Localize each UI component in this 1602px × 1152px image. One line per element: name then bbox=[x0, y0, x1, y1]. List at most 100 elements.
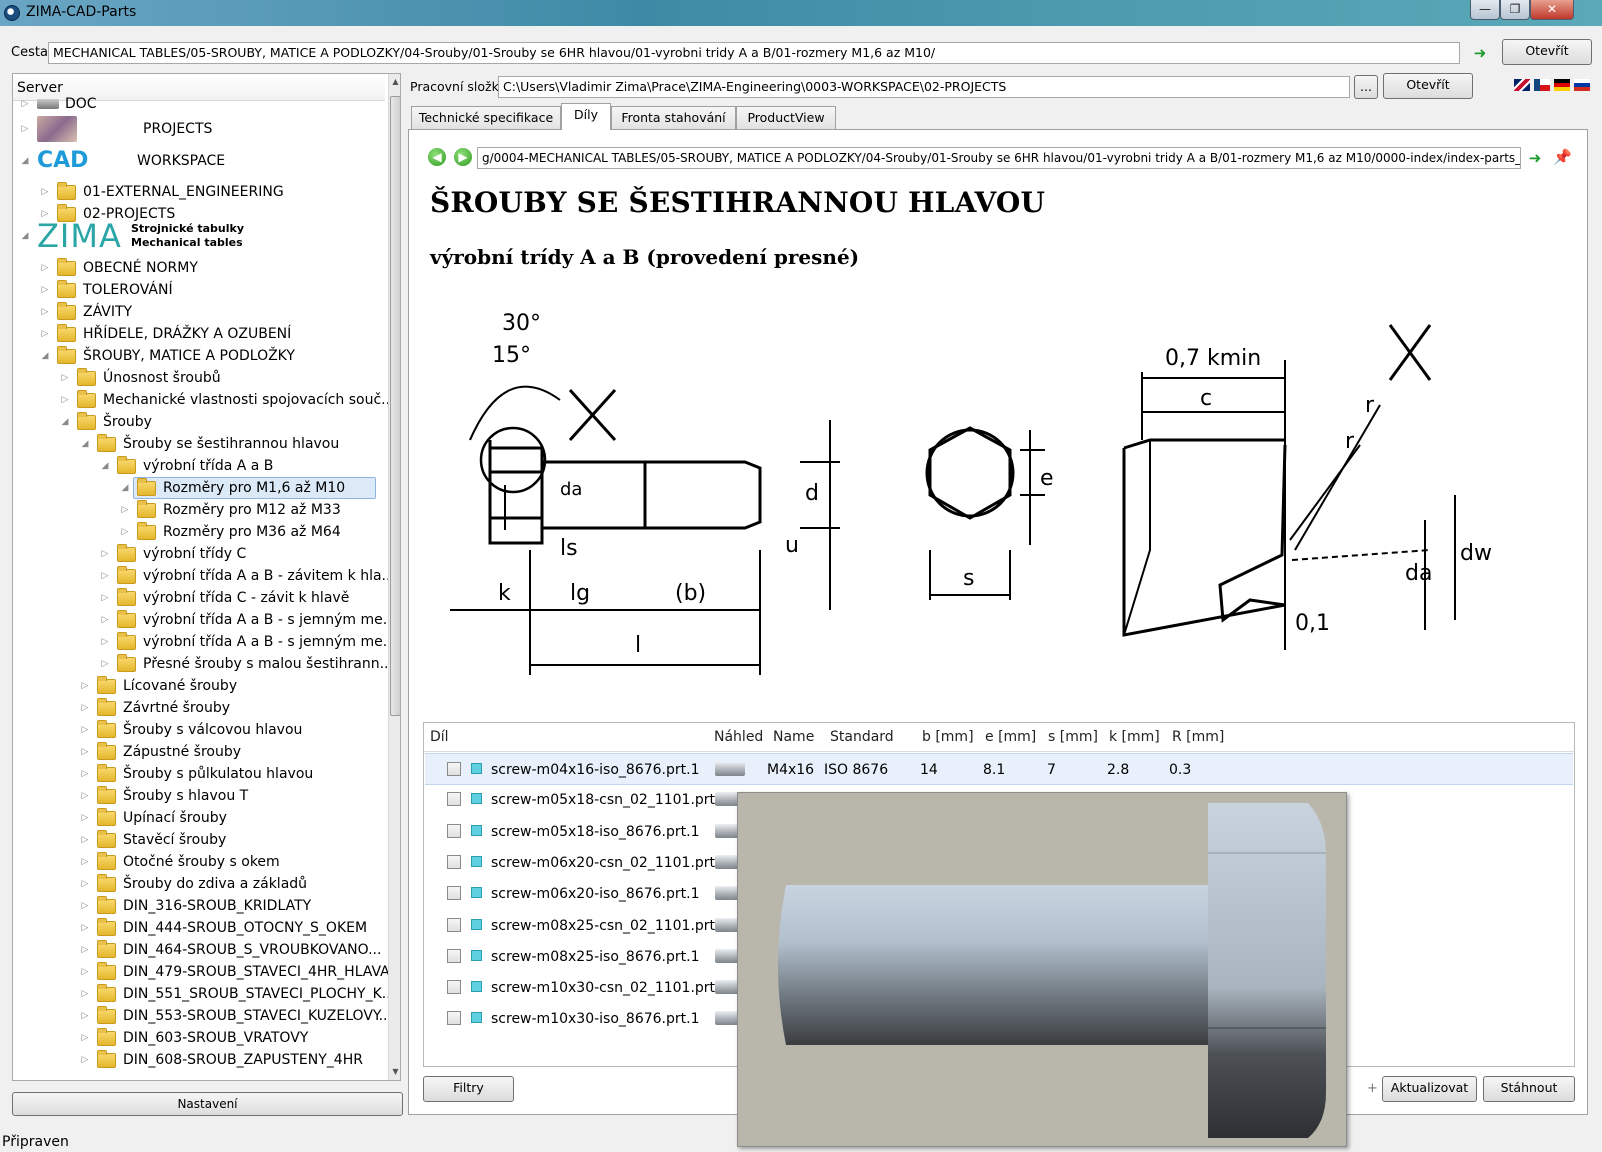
collapsed-arrow-icon[interactable]: ▷ bbox=[39, 257, 51, 279]
tree-node[interactable]: ▷ DOC bbox=[19, 93, 373, 115]
collapsed-arrow-icon[interactable]: ▷ bbox=[79, 961, 91, 983]
tree-node[interactable]: ◢ Šrouby bbox=[59, 411, 373, 433]
collapsed-arrow-icon[interactable]: ▷ bbox=[59, 367, 71, 389]
tab-parts[interactable]: Díly bbox=[561, 103, 611, 130]
tab-technical-specs[interactable]: Technické specifikace bbox=[411, 106, 561, 129]
tree-node[interactable]: ▷ Závrtné šrouby bbox=[79, 697, 373, 719]
expanded-arrow-icon[interactable]: ◢ bbox=[79, 433, 91, 455]
tree-node[interactable]: ◢ ZIMA Strojnické tabulky Mechanical tables bbox=[19, 219, 373, 253]
collapsed-arrow-icon[interactable]: ▷ bbox=[79, 807, 91, 829]
go-arrow-icon[interactable]: ➜ bbox=[1472, 46, 1488, 61]
collapsed-arrow-icon[interactable]: ▷ bbox=[39, 301, 51, 323]
collapsed-arrow-icon[interactable]: ▷ bbox=[99, 543, 111, 565]
collapsed-arrow-icon[interactable]: ▷ bbox=[99, 587, 111, 609]
collapsed-arrow-icon[interactable]: ▷ bbox=[79, 895, 91, 917]
path-input[interactable]: MECHANICAL TABLES/05-SROUBY, MATICE A PO… bbox=[48, 42, 1460, 64]
filters-button[interactable]: Filtry bbox=[423, 1076, 514, 1102]
tree-node[interactable]: ◢ Rozměry pro M1,6 až M10 bbox=[119, 477, 376, 499]
col-k[interactable]: k [mm] bbox=[1105, 723, 1160, 751]
collapsed-arrow-icon[interactable]: ▷ bbox=[79, 917, 91, 939]
tree-node[interactable]: ▷ Šrouby s půlkulatou hlavou bbox=[79, 763, 373, 785]
flag-ru-icon[interactable] bbox=[1574, 79, 1590, 91]
col-preview[interactable]: Náhled bbox=[710, 723, 763, 751]
tree-node[interactable]: ▷ výrobní třída C - závit k hlavě bbox=[99, 587, 373, 609]
row-checkbox[interactable] bbox=[447, 948, 461, 963]
tree-node[interactable]: ▷ Mechanické vlastnosti spojovacích souč.… bbox=[59, 389, 395, 411]
tree-node[interactable]: ▷ DIN_553-SROUB_STAVECI_KUZELOVY... bbox=[79, 1005, 392, 1027]
collapsed-arrow-icon[interactable]: ▷ bbox=[19, 118, 31, 140]
tree-node[interactable]: ▷ DIN_603-SROUB_VRATOVY bbox=[79, 1027, 373, 1049]
tree-node[interactable]: ▷ Šrouby s hlavou T bbox=[79, 785, 373, 807]
tab-productview[interactable]: ProductView bbox=[736, 106, 836, 129]
collapsed-arrow-icon[interactable]: ▷ bbox=[19, 93, 31, 115]
scroll-up-icon[interactable]: ▲ bbox=[389, 74, 400, 90]
collapsed-arrow-icon[interactable]: ▷ bbox=[99, 631, 111, 653]
tree-node[interactable]: ▷ 01-EXTERNAL_ENGINEERING bbox=[39, 181, 373, 203]
collapsed-arrow-icon[interactable]: ▷ bbox=[79, 851, 91, 873]
collapsed-arrow-icon[interactable]: ▷ bbox=[99, 609, 111, 631]
col-e[interactable]: e [mm] bbox=[981, 723, 1036, 751]
table-row[interactable]: screw-m04x16-iso_8676.prt.1 M4x16 ISO 8676… bbox=[425, 753, 1573, 785]
row-checkbox[interactable] bbox=[447, 886, 461, 901]
row-checkbox[interactable] bbox=[447, 917, 461, 932]
collapsed-arrow-icon[interactable]: ▷ bbox=[79, 873, 91, 895]
url-go-arrow-icon[interactable]: ➜ bbox=[1527, 151, 1543, 166]
tree-node[interactable]: ▷ DIN_444-SROUB_OTOCNY_S_OKEM bbox=[79, 917, 373, 939]
col-r[interactable]: R [mm] bbox=[1168, 723, 1224, 751]
tree-node[interactable]: ▷ TOLEROVÁNÍ bbox=[39, 279, 373, 301]
expanded-arrow-icon[interactable]: ◢ bbox=[39, 345, 51, 367]
col-standard[interactable]: Standard bbox=[826, 723, 894, 751]
browse-button[interactable]: ... bbox=[1354, 75, 1378, 99]
tree-node[interactable]: ▷ PROJECTS bbox=[19, 116, 373, 142]
col-part[interactable]: Díl bbox=[426, 723, 449, 751]
collapsed-arrow-icon[interactable]: ▷ bbox=[79, 675, 91, 697]
tree-node[interactable]: ▷ Šrouby do zdiva a základů bbox=[79, 873, 373, 895]
flag-cz-icon[interactable] bbox=[1534, 79, 1550, 91]
tree-node[interactable]: ▷ DIN_464-SROUB_S_VROUBKOVANO... bbox=[79, 939, 381, 961]
col-name[interactable]: Name bbox=[769, 723, 814, 751]
tree-node[interactable]: ▷ DIN_551_SROUB_STAVECI_PLOCHY_K... bbox=[79, 983, 395, 1005]
path-open-button[interactable]: Otevřít bbox=[1502, 39, 1592, 65]
tree-node[interactable]: ▷ výrobní třída A a B - s jemným me... bbox=[99, 631, 396, 653]
tree-node[interactable]: ▷ výrobní třída A a B - s jemným me... bbox=[99, 609, 396, 631]
minimize-button[interactable]: — bbox=[1470, 0, 1500, 20]
tree-node[interactable]: ▷ Lícované šrouby bbox=[79, 675, 373, 697]
row-checkbox[interactable] bbox=[447, 854, 461, 869]
collapsed-arrow-icon[interactable]: ▷ bbox=[79, 763, 91, 785]
collapsed-arrow-icon[interactable]: ▷ bbox=[39, 279, 51, 301]
tree-scroll-thumb[interactable] bbox=[390, 96, 400, 716]
collapsed-arrow-icon[interactable]: ▷ bbox=[79, 785, 91, 807]
tree-node[interactable]: ▷ HŘÍDELE, DRÁŽKY A OZUBENÍ bbox=[39, 323, 373, 345]
tree-node[interactable]: ◢ Šrouby se šestihrannou hlavou bbox=[79, 433, 373, 455]
collapsed-arrow-icon[interactable]: ▷ bbox=[119, 521, 131, 543]
collapsed-arrow-icon[interactable]: ▷ bbox=[79, 1005, 91, 1027]
collapsed-arrow-icon[interactable]: ▷ bbox=[79, 1027, 91, 1049]
tree-node[interactable]: ◢ CAD WORKSPACE bbox=[19, 148, 373, 173]
collapsed-arrow-icon[interactable]: ▷ bbox=[79, 719, 91, 741]
tree-node[interactable]: ▷ DIN_608-SROUB_ZAPUSTENY_4HR bbox=[79, 1049, 373, 1071]
expanded-arrow-icon[interactable]: ◢ bbox=[119, 477, 131, 499]
update-button[interactable]: Aktualizovat bbox=[1382, 1076, 1477, 1102]
tree-node[interactable]: ▷ ZÁVITY bbox=[39, 301, 373, 323]
close-button[interactable]: ✕ bbox=[1530, 0, 1574, 20]
row-checkbox[interactable] bbox=[447, 823, 461, 838]
forward-arrow-icon[interactable]: ▶ bbox=[454, 148, 472, 166]
tree-node[interactable]: ▷ Únosnost šroubů bbox=[59, 367, 373, 389]
collapsed-arrow-icon[interactable]: ▷ bbox=[79, 983, 91, 1005]
tree-node[interactable]: ▷ DIN_316-SROUB_KRIDLATY bbox=[79, 895, 373, 917]
workdir-open-button[interactable]: Otevřít bbox=[1383, 73, 1473, 99]
download-button[interactable]: Stáhnout bbox=[1483, 1076, 1575, 1102]
expanded-arrow-icon[interactable]: ◢ bbox=[19, 150, 31, 172]
tree-node[interactable]: ▷ výrobní třídy C bbox=[99, 543, 373, 565]
tree-node[interactable]: ▷ OBECNÉ NORMY bbox=[39, 257, 373, 279]
settings-button[interactable]: Nastavení bbox=[12, 1092, 403, 1116]
collapsed-arrow-icon[interactable]: ▷ bbox=[39, 181, 51, 203]
pin-icon[interactable]: 📌 bbox=[1553, 148, 1572, 166]
tree-node[interactable]: ◢ ŠROUBY, MATICE A PODLOŽKY bbox=[39, 345, 373, 367]
collapsed-arrow-icon[interactable]: ▷ bbox=[79, 697, 91, 719]
flag-de-icon[interactable] bbox=[1554, 79, 1570, 91]
expanded-arrow-icon[interactable]: ◢ bbox=[19, 225, 31, 247]
plus-icon[interactable]: + bbox=[1367, 1081, 1378, 1096]
tree-node[interactable]: ▷ Stavěcí šrouby bbox=[79, 829, 373, 851]
collapsed-arrow-icon[interactable]: ▷ bbox=[79, 741, 91, 763]
